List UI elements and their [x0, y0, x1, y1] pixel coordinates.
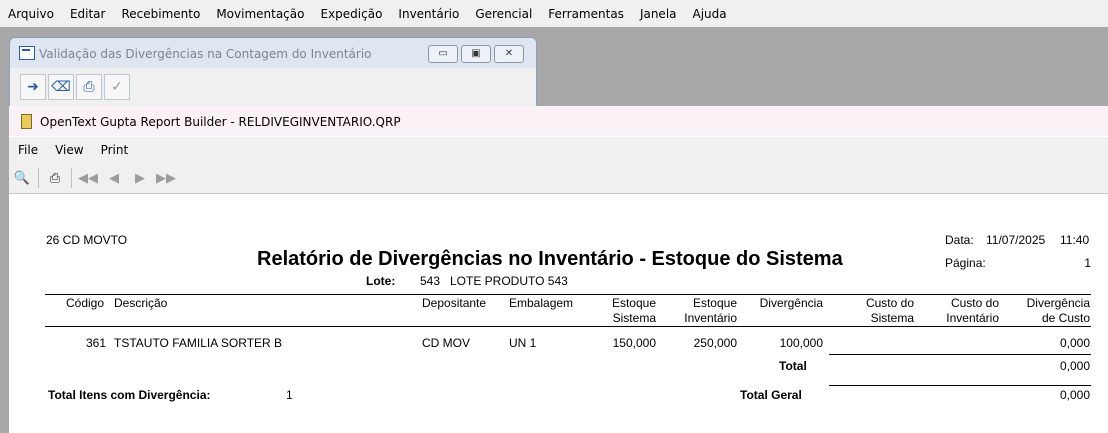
validation-window-titlebar[interactable]: Validação das Divergências na Contagem d… — [10, 38, 536, 68]
row-codigo: 361 — [85, 336, 106, 350]
page-label: Página: — [945, 256, 986, 270]
close-button[interactable]: ✕ — [494, 45, 524, 63]
col-custo-sistema-2: Sistema — [870, 311, 914, 325]
report-window-titlebar[interactable]: OpenText Gupta Report Builder - RELDIVEG… — [9, 106, 1108, 136]
col-divergencia-custo: Divergência — [1026, 296, 1090, 310]
col-descricao: Descrição — [114, 296, 168, 310]
col-custo-inventario-2: Inventário — [946, 311, 999, 325]
minimize-button[interactable]: ▭ — [428, 45, 458, 63]
menu-print[interactable]: Print — [92, 143, 137, 157]
col-estoque-sistema: Estoque — [611, 296, 656, 310]
report-toolbar: 🔍 ⎙ ◀◀ ◀ ▶ ▶▶ — [9, 163, 1108, 194]
menu-recebimento[interactable]: Recebimento — [113, 7, 208, 21]
menu-janela[interactable]: Janela — [632, 7, 685, 21]
printer-icon[interactable]: ⎙ — [42, 171, 68, 186]
toolbar-separator — [38, 168, 39, 188]
restore-button[interactable]: ▣ — [461, 45, 491, 63]
total-label: Total — [779, 359, 807, 373]
report-builder-window: OpenText Gupta Report Builder - RELDIVEG… — [9, 106, 1108, 433]
header-bottom-rule — [45, 326, 1091, 327]
col-estoque-inventario: Estoque — [692, 296, 737, 310]
col-estoque-inventario-2: Inventário — [684, 311, 737, 325]
menu-ajuda[interactable]: Ajuda — [685, 7, 735, 21]
last-page-icon[interactable]: ▶▶ — [153, 171, 179, 186]
check-icon[interactable]: ✓ — [104, 74, 130, 100]
col-depositante: Depositante — [422, 296, 487, 310]
app-menubar: Arquivo Editar Recebimento Movimentação … — [0, 0, 1108, 27]
report-menubar: File View Print — [9, 137, 1108, 163]
total-geral-label: Total Geral — [740, 388, 802, 402]
date-label: Data: — [945, 233, 974, 247]
row-embalagem: UN 1 — [509, 336, 537, 350]
lote-number: 543 — [420, 274, 441, 288]
total-value: 0,000 — [1059, 359, 1090, 373]
menu-view[interactable]: View — [46, 143, 91, 157]
report-window-title: OpenText Gupta Report Builder - RELDIVEG… — [40, 115, 401, 129]
col-codigo: Código — [66, 296, 105, 310]
col-embalagem: Embalagem — [509, 296, 574, 310]
menu-file[interactable]: File — [9, 143, 46, 157]
row-estoque-inventario: 250,000 — [693, 336, 737, 350]
total-itens-value: 1 — [286, 388, 293, 402]
next-page-icon[interactable]: ▶ — [127, 171, 153, 186]
col-custo-sistema: Custo do — [865, 296, 914, 310]
menu-arquivo[interactable]: Arquivo — [0, 7, 62, 21]
exit-icon[interactable]: ➜ — [20, 74, 46, 100]
printer-icon[interactable]: ⎙ — [76, 74, 102, 100]
company-name: 26 CD MOVTO — [46, 233, 128, 247]
col-divergencia: Divergência — [759, 296, 823, 310]
menu-ferramentas[interactable]: Ferramentas — [540, 7, 632, 21]
col-custo-inventario: Custo do — [950, 296, 999, 310]
col-divergencia-custo-2: de Custo — [1041, 311, 1090, 325]
row-divergencia-custo: 0,000 — [1059, 336, 1090, 350]
page-number: 1 — [1084, 256, 1091, 270]
menu-inventario[interactable]: Inventário — [390, 7, 467, 21]
print-preview-icon[interactable]: 🔍 — [9, 171, 35, 186]
row-estoque-sistema: 150,000 — [612, 336, 656, 350]
validation-window-title: Validação das Divergências na Contagem d… — [39, 47, 372, 61]
header-top-rule — [45, 294, 1091, 295]
validation-toolbar: ➜ ⌫ ⎙ ✓ — [20, 74, 130, 100]
row-divergencia: 100,000 — [779, 336, 823, 350]
previous-page-icon[interactable]: ◀ — [101, 171, 127, 186]
row-descricao: TSTAUTO FAMILIA SORTER B — [114, 336, 283, 350]
total-rule — [829, 354, 1091, 355]
time-value: 11:40 — [1060, 233, 1090, 247]
date-value: 11/07/2025 — [986, 233, 1046, 247]
first-page-icon[interactable]: ◀◀ — [75, 171, 101, 186]
col-estoque-sistema-2: Sistema — [612, 311, 656, 325]
lote-label: Lote: — [366, 274, 396, 288]
row-depositante: CD MOV — [422, 336, 470, 350]
report-file-icon — [21, 114, 32, 129]
menu-movimentacao[interactable]: Movimentação — [208, 7, 312, 21]
total-geral-rule — [829, 385, 1091, 386]
lote-description: LOTE PRODUTO 543 — [450, 274, 568, 288]
toolbar-separator — [71, 168, 72, 188]
report-title: Relatório de Divergências no Inventário … — [257, 248, 843, 270]
report-page: 26 CD MOVTO Relatório de Divergências no… — [9, 194, 1108, 433]
total-geral-value: 0,000 — [1059, 388, 1090, 402]
eraser-icon[interactable]: ⌫ — [48, 74, 74, 100]
menu-expedicao[interactable]: Expedição — [312, 7, 390, 21]
menu-gerencial[interactable]: Gerencial — [467, 7, 540, 21]
window-icon — [19, 46, 35, 60]
menu-editar[interactable]: Editar — [62, 7, 114, 21]
total-itens-label: Total Itens com Divergência: — [48, 388, 211, 402]
